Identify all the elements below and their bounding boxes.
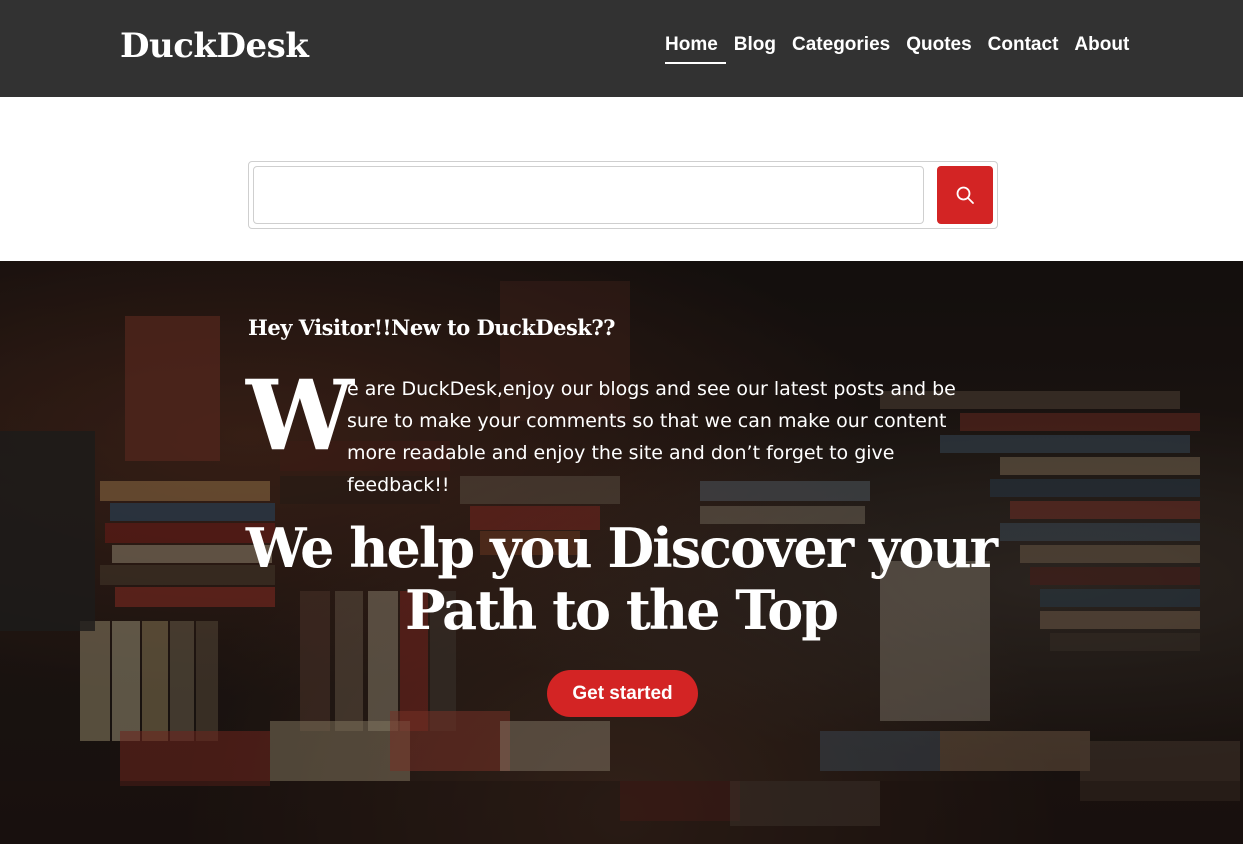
hero-heading: Hey Visitor!!New to DuckDesk?? [248,315,615,340]
main-nav: Home Blog Categories Quotes Contact Abou… [665,34,1129,64]
hero-title-line-1: We help you Discover your [245,516,998,580]
hero-section: Hey Visitor!!New to DuckDesk?? W e are D… [0,261,1243,844]
hero-dropcap: W [246,359,354,472]
hero-intro-text: e are DuckDesk,enjoy our blogs and see o… [347,378,956,496]
nav-categories[interactable]: Categories [792,34,890,64]
nav-contact[interactable]: Contact [988,34,1059,64]
site-logo[interactable]: DuckDesk [120,26,309,66]
search-button[interactable] [937,166,993,224]
get-started-button[interactable]: Get started [547,670,698,717]
site-header: DuckDesk Home Blog Categories Quotes Con… [0,0,1243,97]
search-input[interactable] [253,166,924,224]
search-bar [248,161,998,229]
nav-quotes[interactable]: Quotes [906,34,971,64]
nav-home[interactable]: Home [665,34,726,64]
nav-about[interactable]: About [1074,34,1129,64]
nav-blog[interactable]: Blog [734,34,776,64]
hero-title: We help you Discover your Path to the To… [221,517,1021,641]
hero-title-line-2: Path to the Top [404,578,839,642]
search-icon [956,186,974,204]
